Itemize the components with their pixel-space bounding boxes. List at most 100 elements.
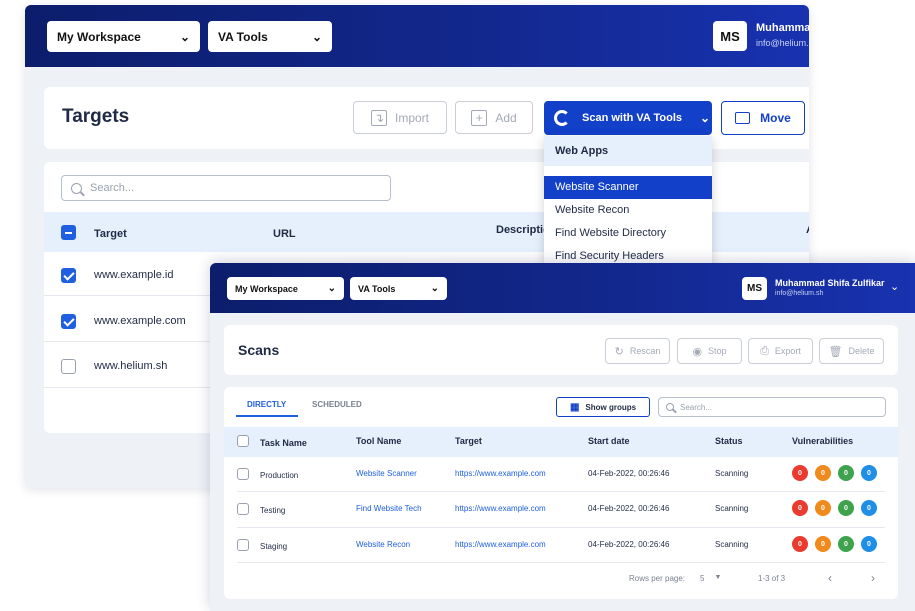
tools-select[interactable]: VA Tools ⌄ bbox=[350, 277, 447, 300]
high-count-badge: 0 bbox=[815, 536, 831, 552]
scans-table-card: DIRECTLY SCHEDULED ▦ Show groups Search.… bbox=[224, 387, 898, 599]
folder-icon bbox=[735, 112, 751, 124]
plus-icon: + bbox=[471, 109, 488, 126]
chevron-down-icon: ⌄ bbox=[700, 111, 711, 125]
va-tools-dropdown-menu: Web Apps Website Scanner Website Recon F… bbox=[544, 136, 712, 268]
export-label: Export bbox=[774, 346, 801, 356]
search-placeholder: Search... bbox=[90, 182, 135, 194]
user-email: info@helium.sh bbox=[756, 38, 809, 48]
tool-name-link[interactable]: Find Website Tech bbox=[356, 504, 422, 513]
menu-item-website-scanner[interactable]: Website Scanner bbox=[544, 176, 712, 199]
export-icon: ⎙ bbox=[760, 344, 769, 357]
tab-directly[interactable]: DIRECTLY bbox=[247, 400, 286, 409]
previous-page-icon[interactable]: ‹ bbox=[828, 571, 832, 585]
select-all-checkbox[interactable] bbox=[237, 435, 249, 447]
dropdown-group-header: Web Apps bbox=[544, 136, 712, 166]
avatar[interactable]: MS bbox=[742, 277, 767, 300]
tab-scheduled[interactable]: SCHEDULED bbox=[312, 400, 362, 409]
import-button[interactable]: ↴ Import bbox=[353, 101, 447, 134]
workspace-select[interactable]: My Workspace ⌄ bbox=[47, 21, 200, 52]
move-button[interactable]: Move bbox=[721, 101, 805, 135]
next-page-icon[interactable]: › bbox=[871, 571, 875, 585]
target-link[interactable]: https://www.example.com bbox=[455, 504, 546, 513]
row-divider bbox=[44, 341, 229, 342]
table-row-target: www.example.id bbox=[94, 269, 174, 281]
table-row-target: www.helium.sh bbox=[94, 360, 168, 372]
scan-label: Scan with VA Tools bbox=[582, 112, 683, 124]
column-target: Target bbox=[455, 436, 482, 446]
group-icon: ▦ bbox=[569, 401, 580, 413]
tools-select-value: VA Tools bbox=[358, 283, 396, 294]
active-tab-indicator bbox=[236, 415, 298, 417]
add-button[interactable]: + Add bbox=[455, 101, 533, 134]
delete-label: Delete bbox=[848, 346, 875, 356]
row-divider bbox=[44, 387, 229, 388]
search-icon bbox=[666, 403, 674, 411]
delete-button[interactable]: 🗑 Delete bbox=[819, 338, 884, 364]
page-title: Targets bbox=[62, 106, 130, 127]
user-name: Muhammad Shifa Zulfikar bbox=[775, 278, 885, 288]
table-row-target: www.example.com bbox=[94, 315, 186, 327]
scan-with-va-tools-button[interactable]: Scan with VA Tools ⌄ bbox=[544, 101, 712, 135]
row-checkbox[interactable] bbox=[237, 539, 249, 551]
tools-select[interactable]: VA Tools ⌄ bbox=[208, 21, 332, 52]
search-input[interactable]: Search... bbox=[658, 397, 886, 417]
column-status: Status bbox=[715, 436, 743, 446]
column-task-name: Task Name bbox=[260, 438, 307, 448]
low-count-badge: 0 bbox=[861, 536, 877, 552]
high-count-badge: 0 bbox=[815, 465, 831, 481]
move-label: Move bbox=[760, 111, 791, 125]
menu-item-website-recon[interactable]: Website Recon bbox=[544, 199, 712, 222]
menu-item-find-website-directory[interactable]: Find Website Directory bbox=[544, 222, 712, 245]
chevron-down-icon: ⌄ bbox=[327, 283, 336, 294]
workspace-select-value: My Workspace bbox=[235, 283, 298, 294]
target-link[interactable]: https://www.example.com bbox=[455, 469, 546, 478]
column-start-date: Start date bbox=[588, 436, 630, 446]
refresh-icon: ↻ bbox=[614, 345, 624, 358]
row-checkbox[interactable] bbox=[237, 468, 249, 480]
critical-count-badge: 0 bbox=[792, 465, 808, 481]
row-divider bbox=[44, 295, 229, 296]
low-count-badge: 0 bbox=[861, 465, 877, 481]
status: Scanning bbox=[715, 469, 749, 478]
stop-icon: ◉ bbox=[692, 345, 703, 358]
row-checkbox[interactable] bbox=[61, 314, 76, 329]
high-count-badge: 0 bbox=[815, 500, 831, 516]
add-label: Add bbox=[495, 110, 517, 125]
select-all-checkbox[interactable] bbox=[61, 225, 76, 240]
caret-down-icon: ▼ bbox=[714, 574, 722, 581]
search-input[interactable]: Search... bbox=[61, 175, 391, 201]
stop-button[interactable]: ◉ Stop bbox=[677, 338, 742, 364]
task-name[interactable]: Staging bbox=[260, 542, 287, 551]
task-name[interactable]: Testing bbox=[260, 506, 285, 515]
user-name: Muhammad Shifa Zulfikar bbox=[756, 22, 809, 34]
avatar[interactable]: MS bbox=[713, 21, 747, 51]
scans-window: My Workspace ⌄ VA Tools ⌄ MS Muhammad Sh… bbox=[210, 263, 915, 611]
status: Scanning bbox=[715, 540, 749, 549]
workspace-select[interactable]: My Workspace ⌄ bbox=[227, 277, 344, 300]
search-icon bbox=[71, 182, 82, 194]
chevron-down-icon[interactable]: ⌄ bbox=[890, 280, 899, 293]
critical-count-badge: 0 bbox=[792, 500, 808, 516]
spinner-icon bbox=[554, 110, 570, 126]
target-link[interactable]: https://www.example.com bbox=[455, 540, 546, 549]
rows-per-page-select[interactable]: 5 ▼ bbox=[700, 574, 721, 583]
row-divider bbox=[237, 527, 885, 528]
page-title: Scans bbox=[238, 342, 280, 358]
row-checkbox[interactable] bbox=[61, 359, 76, 374]
search-placeholder: Search... bbox=[680, 402, 713, 412]
tool-name-link[interactable]: Website Recon bbox=[356, 540, 410, 549]
export-button[interactable]: ⎙ Export bbox=[748, 338, 813, 364]
show-groups-button[interactable]: ▦ Show groups bbox=[556, 397, 650, 417]
rows-per-page-label: Rows per page: bbox=[629, 574, 686, 583]
row-checkbox[interactable] bbox=[237, 503, 249, 515]
task-name[interactable]: Production bbox=[260, 471, 298, 480]
chevron-down-icon: ⌄ bbox=[179, 29, 190, 44]
tool-name-link[interactable]: Website Scanner bbox=[356, 469, 417, 478]
rescan-button[interactable]: ↻ Rescan bbox=[605, 338, 670, 364]
row-checkbox[interactable] bbox=[61, 268, 76, 283]
medium-count-badge: 0 bbox=[838, 500, 854, 516]
stop-label: Stop bbox=[708, 346, 727, 356]
start-date: 04-Feb-2022, 00:26:46 bbox=[588, 469, 670, 478]
row-divider bbox=[237, 562, 885, 563]
